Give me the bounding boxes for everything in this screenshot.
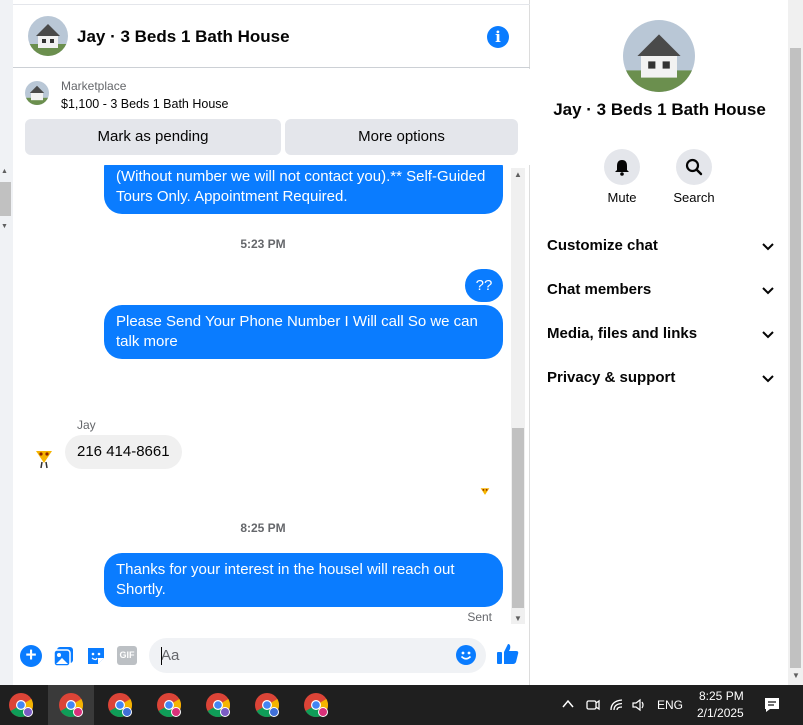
outgoing-message[interactable]: Please Send Your Phone Number I Will cal… [104, 305, 503, 359]
chat-title[interactable]: Jay · 3 Beds 1 Bath House [77, 27, 290, 47]
search-label: Search [673, 190, 715, 205]
chevron-up-icon[interactable] [562, 699, 574, 709]
listing-price-title[interactable]: $1,100 - 3 Beds 1 Bath House [61, 97, 228, 111]
photo-icon[interactable] [53, 645, 75, 667]
mute-button[interactable]: Mute [592, 149, 652, 205]
section-label: Media, files and links [547, 325, 698, 342]
messenger-window: ▲ ▼ Jay · 3 Beds 1 Bath House i Marketpl… [0, 0, 803, 725]
chrome-icon[interactable] [8, 692, 34, 718]
contact-name: Jay · 3 Beds 1 Bath House [553, 100, 766, 119]
gif-icon[interactable]: GIF [117, 646, 137, 665]
scroll-up-icon[interactable]: ▲ [1, 168, 8, 175]
outgoing-message[interactable]: ?? [465, 269, 503, 302]
scroll-down-icon[interactable]: ▼ [514, 614, 522, 623]
message-list: (Without number we will not contact you)… [13, 165, 513, 625]
sender-avatar-icon[interactable] [33, 443, 55, 474]
section-label: Customize chat [547, 237, 658, 254]
chat-info-panel: Jay · 3 Beds 1 Bath House Mute Search Cu… [531, 0, 788, 685]
emoji-icon[interactable] [456, 645, 476, 665]
message-composer: + GIF [13, 630, 530, 682]
section-label: Privacy & support [547, 369, 676, 386]
outgoing-message[interactable]: (Without number we will not contact you)… [104, 165, 503, 214]
like-icon[interactable] [496, 642, 520, 666]
marketplace-listing: Marketplace $1,100 - 3 Beds 1 Bath House… [13, 69, 530, 165]
chrome-icon[interactable] [58, 692, 84, 718]
more-options-button[interactable]: More options [285, 119, 518, 155]
clock-date[interactable]: 2/1/2025 [697, 706, 744, 720]
page-scrollbar[interactable]: ▼ [788, 0, 803, 685]
mark-as-pending-button[interactable]: Mark as pending [25, 119, 281, 155]
text-caret [161, 647, 162, 665]
volume-icon[interactable] [631, 697, 647, 713]
chat-scrollbar[interactable]: ▲ ▼ [511, 168, 525, 624]
chat-pane: Jay · 3 Beds 1 Bath House i Marketplace … [13, 0, 530, 685]
windows-taskbar: ENG 8:25 PM 2/1/2025 [0, 685, 803, 725]
section-media-files-links[interactable]: Media, files and links [547, 323, 775, 345]
search-icon[interactable] [676, 149, 712, 185]
section-customize-chat[interactable]: Customize chat [547, 235, 775, 257]
incoming-message[interactable]: 216 414-8661 [65, 435, 182, 469]
chevron-down-icon [762, 331, 774, 339]
chrome-icon[interactable] [254, 692, 280, 718]
sender-name: Jay [77, 418, 96, 432]
listing-avatar[interactable] [28, 16, 68, 56]
meet-icon[interactable] [586, 697, 600, 713]
timestamp: 5:23 PM [240, 237, 286, 251]
outgoing-message[interactable]: Thanks for your interest in the housel w… [104, 553, 503, 607]
listing-label: Marketplace [61, 79, 127, 93]
chevron-down-icon [762, 243, 774, 251]
listing-thumbnail[interactable] [25, 81, 49, 105]
scroll-thumb[interactable] [0, 182, 11, 216]
bell-icon[interactable] [604, 149, 640, 185]
chevron-down-icon [762, 375, 774, 383]
scroll-up-icon[interactable]: ▲ [514, 170, 522, 179]
read-receipt-icon [479, 481, 491, 502]
scroll-down-icon[interactable]: ▼ [792, 671, 800, 680]
plus-icon[interactable]: + [20, 645, 42, 667]
chevron-down-icon [762, 287, 774, 295]
message-input[interactable] [161, 638, 441, 673]
chrome-icon[interactable] [107, 692, 133, 718]
scroll-thumb[interactable] [790, 48, 801, 668]
contact-avatar[interactable] [623, 20, 695, 92]
chrome-icon[interactable] [205, 692, 231, 718]
section-chat-members[interactable]: Chat members [547, 279, 775, 301]
sticker-icon[interactable] [85, 645, 107, 667]
language-indicator[interactable]: ENG [657, 698, 683, 712]
notification-icon[interactable] [763, 696, 781, 714]
message-status: Sent [467, 610, 492, 624]
left-scrollbar[interactable]: ▲ ▼ [0, 168, 11, 234]
message-input-container[interactable] [149, 638, 486, 673]
scroll-down-icon[interactable]: ▼ [1, 223, 8, 230]
scroll-thumb[interactable] [512, 428, 524, 608]
info-icon[interactable]: i [487, 26, 509, 48]
chrome-icon[interactable] [156, 692, 182, 718]
chat-header: Jay · 3 Beds 1 Bath House i [13, 4, 530, 68]
section-label: Chat members [547, 281, 652, 298]
search-button[interactable]: Search [664, 149, 724, 205]
clock-time[interactable]: 8:25 PM [699, 689, 744, 703]
mute-label: Mute [607, 190, 637, 205]
chrome-icon[interactable] [303, 692, 329, 718]
wifi-icon[interactable] [609, 697, 625, 713]
left-edge-panel [0, 0, 13, 685]
section-privacy-support[interactable]: Privacy & support [547, 367, 775, 389]
timestamp: 8:25 PM [240, 521, 286, 535]
